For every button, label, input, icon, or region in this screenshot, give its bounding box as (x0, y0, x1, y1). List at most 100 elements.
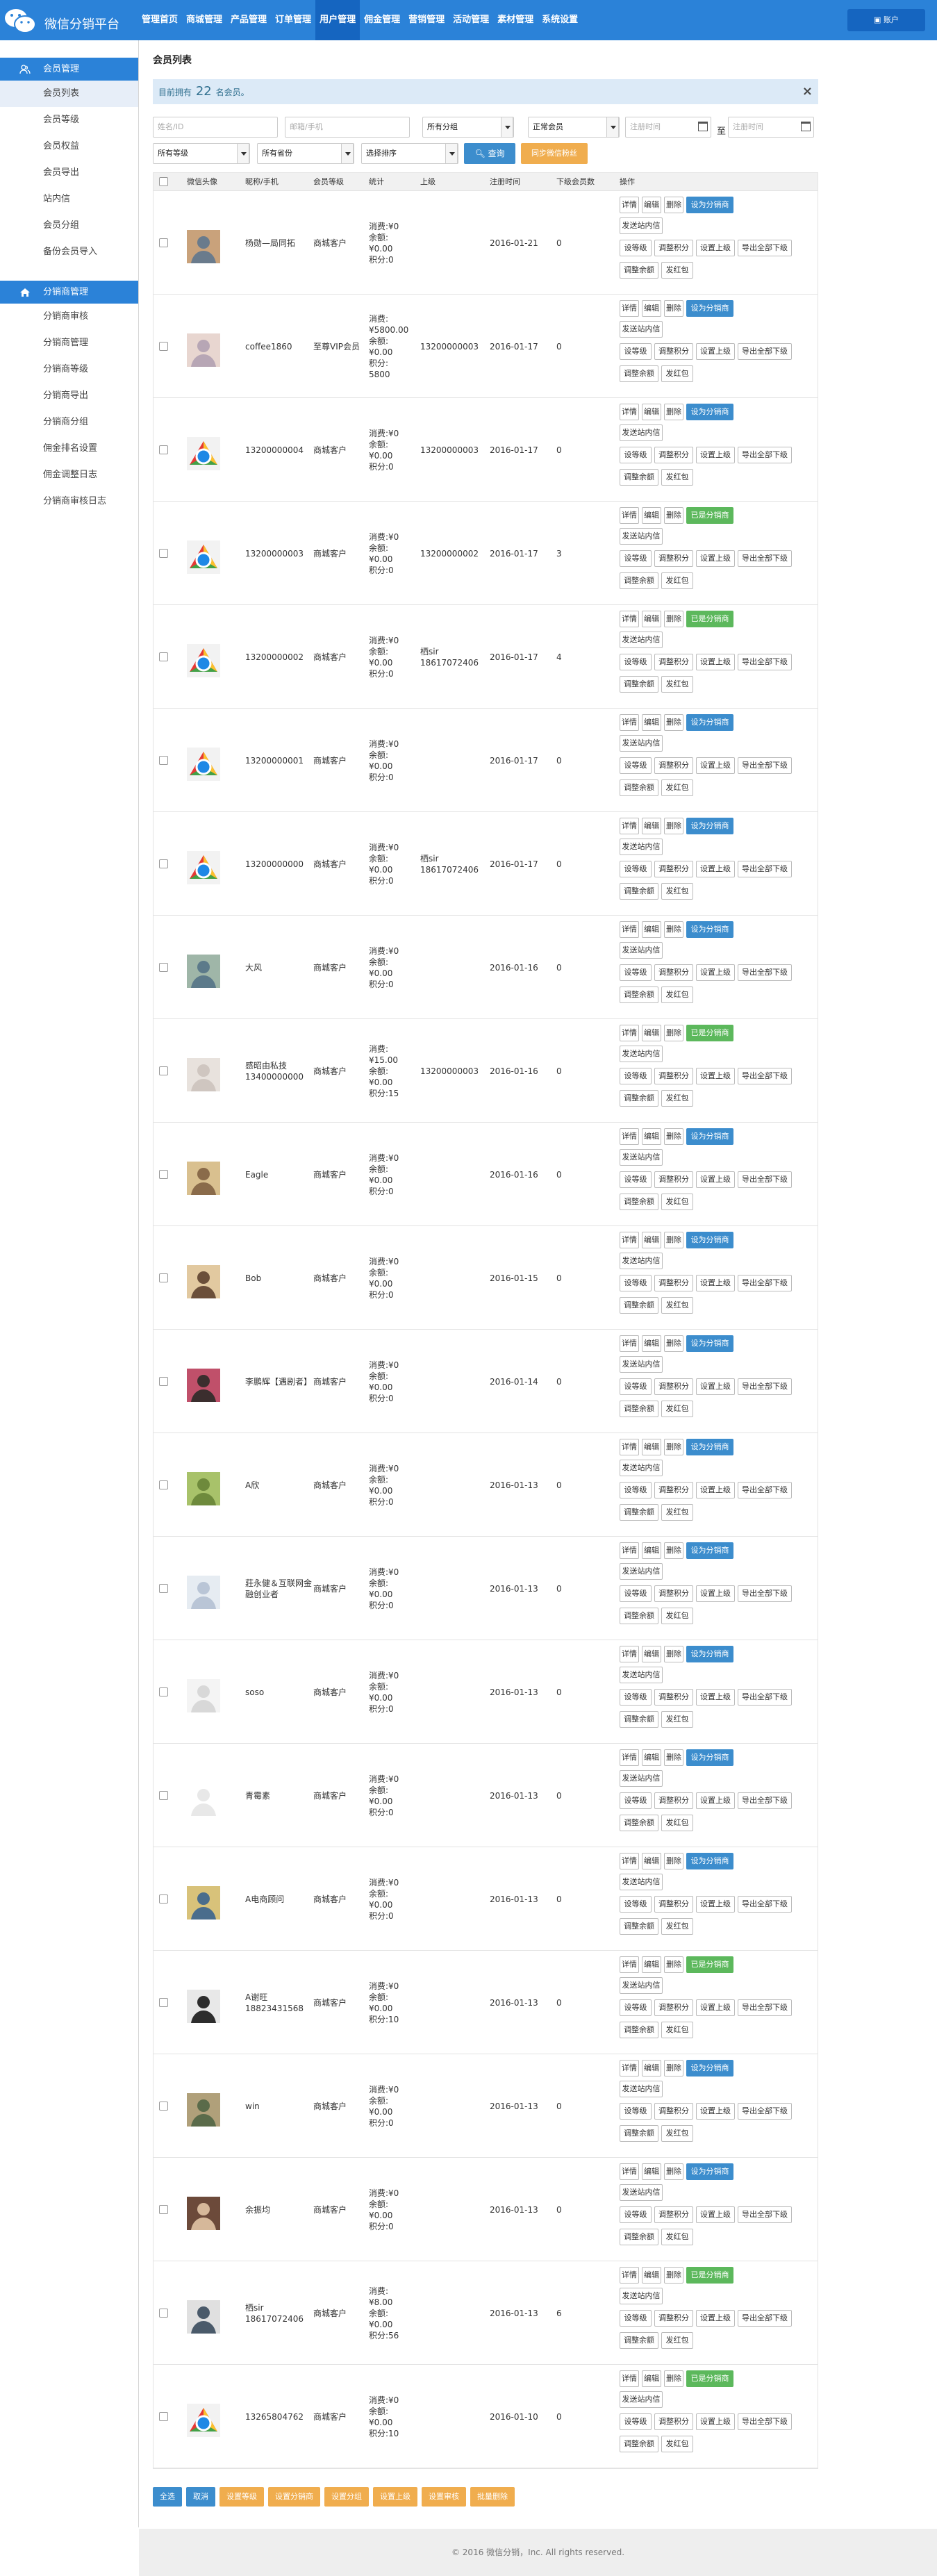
edit-button[interactable]: 编辑 (642, 2267, 661, 2284)
delete-button[interactable]: 删除 (664, 1542, 683, 1559)
detail-button[interactable]: 详情 (620, 2163, 639, 2180)
set-parent-button[interactable]: 设置上级 (696, 1171, 735, 1188)
set-parent-button[interactable]: 设置上级 (696, 861, 735, 877)
detail-button[interactable]: 详情 (620, 1749, 639, 1766)
delete-button[interactable]: 删除 (664, 1956, 683, 1973)
adjust-points-button[interactable]: 调整积分 (654, 2413, 693, 2430)
adjust-balance-button[interactable]: 调整余额 (620, 1297, 658, 1314)
detail-button[interactable]: 详情 (620, 1439, 639, 1455)
send-message-button[interactable]: 发送站内信 (620, 1460, 663, 1476)
adjust-balance-button[interactable]: 调整余额 (620, 262, 658, 279)
edit-button[interactable]: 编辑 (642, 1853, 661, 1869)
send-redpacket-button[interactable]: 发红包 (661, 883, 693, 900)
edit-button[interactable]: 编辑 (642, 507, 661, 524)
is-distributor-button[interactable]: 已是分销商 (686, 2267, 733, 2284)
row-checkbox[interactable] (159, 1791, 168, 1800)
set-parent-button[interactable]: 设置上级 (696, 2413, 735, 2430)
export-subordinates-button[interactable]: 导出全部下级 (738, 2206, 792, 2223)
detail-button[interactable]: 详情 (620, 611, 639, 627)
set-level-bulk-button[interactable]: 设置等级 (219, 2487, 264, 2507)
set-distributor-button[interactable]: 设为分销商 (686, 197, 733, 213)
adjust-balance-button[interactable]: 调整余额 (620, 883, 658, 900)
set-parent-button[interactable]: 设置上级 (696, 964, 735, 981)
sidebar-item[interactable]: 佣金排名设置 (0, 436, 138, 462)
row-checkbox[interactable] (159, 1998, 168, 2007)
set-level-button[interactable]: 设等级 (620, 1171, 652, 1188)
set-parent-button[interactable]: 设置上级 (696, 2103, 735, 2120)
set-review-bulk-button[interactable]: 设置审核 (422, 2487, 466, 2507)
is-distributor-button[interactable]: 已是分销商 (686, 1956, 733, 1973)
set-distributor-button[interactable]: 设为分销商 (686, 1232, 733, 1248)
set-parent-bulk-button[interactable]: 设置上级 (373, 2487, 417, 2507)
row-checkbox[interactable] (159, 1687, 168, 1696)
set-level-button[interactable]: 设等级 (620, 240, 652, 256)
edit-button[interactable]: 编辑 (642, 1542, 661, 1559)
sidebar-item[interactable]: 分销商等级 (0, 356, 138, 383)
delete-button[interactable]: 删除 (664, 300, 683, 317)
export-subordinates-button[interactable]: 导出全部下级 (738, 964, 792, 981)
bulk-delete-button[interactable]: 批量删除 (470, 2487, 515, 2507)
sidebar-item[interactable]: 分销商导出 (0, 383, 138, 409)
delete-button[interactable]: 删除 (664, 197, 683, 213)
detail-button[interactable]: 详情 (620, 2267, 639, 2284)
email-phone-input[interactable]: 邮箱/手机 (285, 117, 410, 138)
set-distributor-button[interactable]: 设为分销商 (686, 1335, 733, 1352)
detail-button[interactable]: 详情 (620, 1646, 639, 1662)
detail-button[interactable]: 详情 (620, 1542, 639, 1559)
set-parent-button[interactable]: 设置上级 (696, 2206, 735, 2223)
sidebar-item[interactable]: 分销商审核日志 (0, 488, 138, 515)
send-redpacket-button[interactable]: 发红包 (661, 2229, 693, 2245)
row-checkbox[interactable] (159, 2102, 168, 2111)
row-checkbox[interactable] (159, 756, 168, 765)
set-level-button[interactable]: 设等级 (620, 1378, 652, 1395)
export-subordinates-button[interactable]: 导出全部下级 (738, 2413, 792, 2430)
edit-button[interactable]: 编辑 (642, 1646, 661, 1662)
adjust-balance-button[interactable]: 调整余额 (620, 1401, 658, 1417)
set-parent-button[interactable]: 设置上级 (696, 757, 735, 774)
row-checkbox[interactable] (159, 1066, 168, 1075)
delete-button[interactable]: 删除 (664, 1749, 683, 1766)
set-level-button[interactable]: 设等级 (620, 1689, 652, 1706)
adjust-points-button[interactable]: 调整积分 (654, 2310, 693, 2327)
detail-button[interactable]: 详情 (620, 1025, 639, 1041)
adjust-points-button[interactable]: 调整积分 (654, 1482, 693, 1498)
detail-button[interactable]: 详情 (620, 300, 639, 317)
export-subordinates-button[interactable]: 导出全部下级 (738, 343, 792, 360)
adjust-balance-button[interactable]: 调整余额 (620, 572, 658, 589)
send-redpacket-button[interactable]: 发红包 (661, 1194, 693, 1210)
adjust-balance-button[interactable]: 调整余额 (620, 2229, 658, 2245)
set-level-button[interactable]: 设等级 (620, 1275, 652, 1291)
search-button[interactable]: 🔍︎ 查询 (464, 143, 515, 164)
send-redpacket-button[interactable]: 发红包 (661, 2332, 693, 2349)
sidebar-section-distributor[interactable]: 分销商管理 (0, 281, 138, 304)
edit-button[interactable]: 编辑 (642, 921, 661, 938)
detail-button[interactable]: 详情 (620, 1128, 639, 1145)
sidebar-item[interactable]: 会员等级 (0, 107, 138, 133)
export-subordinates-button[interactable]: 导出全部下级 (738, 447, 792, 463)
row-checkbox[interactable] (159, 238, 168, 247)
nav-item[interactable]: 素材管理 (493, 0, 538, 40)
edit-button[interactable]: 编辑 (642, 2163, 661, 2180)
send-message-button[interactable]: 发送站内信 (620, 942, 663, 959)
nav-item[interactable]: 用户管理 (315, 0, 360, 40)
sidebar-item[interactable]: 备份会员导入 (0, 239, 138, 265)
nav-item[interactable]: 系统设置 (538, 0, 582, 40)
is-distributor-button[interactable]: 已是分销商 (686, 1025, 733, 1041)
sidebar-section-member[interactable]: 会员管理 (0, 58, 138, 81)
cancel-button[interactable]: 取消 (186, 2487, 215, 2507)
send-redpacket-button[interactable]: 发红包 (661, 2125, 693, 2142)
set-parent-button[interactable]: 设置上级 (696, 550, 735, 567)
set-distributor-button[interactable]: 设为分销商 (686, 1646, 733, 1662)
detail-button[interactable]: 详情 (620, 714, 639, 731)
send-redpacket-button[interactable]: 发红包 (661, 1608, 693, 1624)
delete-button[interactable]: 删除 (664, 611, 683, 627)
export-subordinates-button[interactable]: 导出全部下级 (738, 757, 792, 774)
adjust-balance-button[interactable]: 调整余额 (620, 1608, 658, 1624)
set-parent-button[interactable]: 设置上级 (696, 1068, 735, 1084)
set-level-button[interactable]: 设等级 (620, 343, 652, 360)
group-select[interactable]: 所有分组 (422, 117, 514, 138)
send-message-button[interactable]: 发送站内信 (620, 1356, 663, 1373)
delete-button[interactable]: 删除 (664, 921, 683, 938)
adjust-points-button[interactable]: 调整积分 (654, 964, 693, 981)
adjust-balance-button[interactable]: 调整余额 (620, 1815, 658, 1831)
